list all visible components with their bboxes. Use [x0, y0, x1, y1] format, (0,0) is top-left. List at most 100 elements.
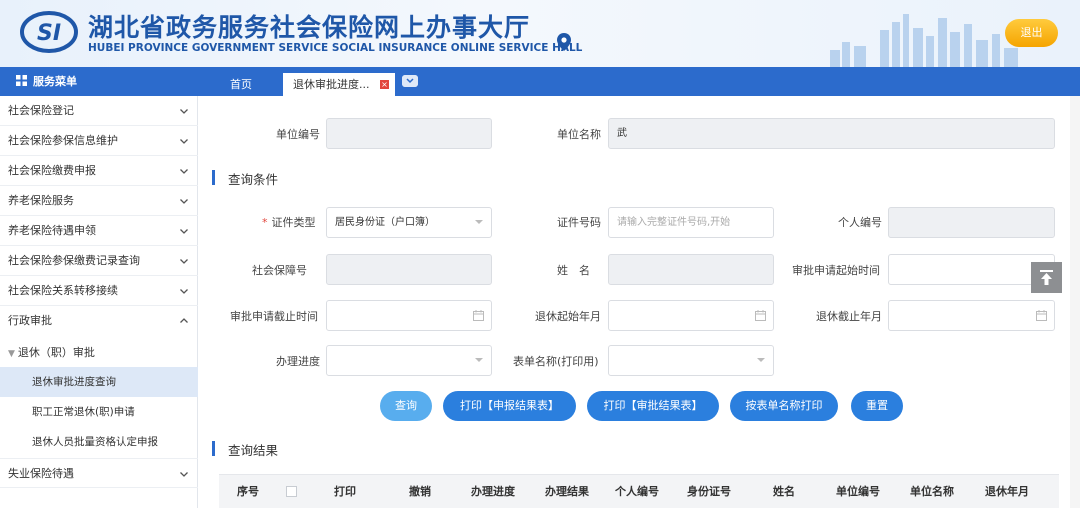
- main-content: 单位编号 单位名称 武 查询条件 * 证件类型 居民身份证（户口簿） 证件号码 请…: [198, 96, 1080, 508]
- tab-retire-progress[interactable]: 退休审批进度... ×: [283, 73, 395, 96]
- logo-text: SI: [37, 21, 61, 46]
- sidebar-item-ss-registration[interactable]: 社会保险登记: [0, 96, 198, 126]
- personal-no-label: 个人编号: [838, 216, 882, 229]
- unit-no-field: [326, 118, 492, 149]
- query-section-title: 查询条件: [228, 172, 279, 187]
- name-label: 姓 名: [557, 264, 590, 277]
- id-type-value: 居民身份证（户口簿）: [335, 217, 435, 228]
- chevron-down-icon: [757, 358, 765, 362]
- sidebar-item-info-maintenance[interactable]: 社会保险参保信息维护: [0, 126, 198, 156]
- results-table-header: 序号 打印 撤销 办理进度 办理结果 个人编号 身份证号 姓名 单位编号 单位名…: [219, 474, 1059, 508]
- sidebar-group-label: 退休（职）审批: [17, 346, 95, 359]
- section-marker: [212, 441, 215, 456]
- form-name-label: 表单名称(打印用): [513, 355, 599, 368]
- select-all-checkbox[interactable]: [286, 486, 297, 497]
- sidebar-item-label: 失业保险待遇: [8, 467, 74, 480]
- service-menu-label: 服务菜单: [33, 75, 77, 88]
- retire-end-month-input[interactable]: [888, 300, 1055, 331]
- sidebar-item-pension-service[interactable]: 养老保险服务: [0, 186, 198, 216]
- sidebar-item-label: 行政审批: [8, 314, 52, 327]
- sidebar-item-label: 社会保险参保缴费记录查询: [8, 254, 140, 267]
- id-type-select[interactable]: 居民身份证（户口簿）: [326, 207, 492, 238]
- approve-end-date-input[interactable]: [326, 300, 492, 331]
- print-apply-result-button[interactable]: 打印【申报结果表】: [443, 391, 576, 421]
- sidebar-item-unemployment[interactable]: 失业保险待遇: [0, 458, 198, 488]
- ss-no-field[interactable]: [326, 254, 492, 285]
- sidebar-item-admin-approval[interactable]: 行政审批: [0, 306, 198, 336]
- chevron-down-icon: [180, 199, 188, 204]
- col-personal-no: 个人编号: [615, 485, 659, 498]
- sidebar-group-retire-approval[interactable]: ▼ 退休（职）审批: [0, 338, 198, 368]
- chevron-down-icon: [180, 259, 188, 264]
- page-scrollbar[interactable]: [1070, 96, 1080, 508]
- col-print: 打印: [334, 485, 356, 498]
- personal-no-field[interactable]: [888, 207, 1055, 238]
- approve-end-label: 审批申请截止时间: [230, 310, 318, 323]
- tab-retire-progress-label: 退休审批进度...: [293, 78, 370, 91]
- logout-button[interactable]: 退出: [1005, 19, 1058, 47]
- col-result: 办理结果: [545, 485, 589, 498]
- approve-start-label: 审批申请起始时间: [792, 264, 880, 277]
- arrow-up-icon: [1040, 270, 1053, 285]
- col-progress: 办理进度: [471, 485, 515, 498]
- chevron-down-icon: [180, 109, 188, 114]
- col-seq: 序号: [237, 485, 259, 498]
- retire-start-month-input[interactable]: [608, 300, 774, 331]
- chevron-down-icon: [180, 289, 188, 294]
- col-revoke: 撤销: [409, 485, 431, 498]
- sidebar-item-label: 养老保险服务: [8, 194, 74, 207]
- sidebar-item-label: 社会保险关系转移接续: [8, 284, 118, 297]
- section-marker: [212, 170, 215, 185]
- id-type-label-text: 证件类型: [271, 216, 316, 229]
- progress-label: 办理进度: [276, 355, 320, 368]
- id-no-placeholder: 请输入完整证件号码,开始: [617, 217, 731, 228]
- id-no-label: 证件号码: [557, 216, 601, 229]
- back-to-top-button[interactable]: [1031, 262, 1062, 293]
- chevron-up-icon: [180, 318, 188, 323]
- results-section-title: 查询结果: [228, 443, 279, 458]
- sidebar-item-pension-claim[interactable]: 养老保险待遇申领: [0, 216, 198, 246]
- col-unit-name: 单位名称: [910, 485, 954, 498]
- location-pin-icon[interactable]: [557, 33, 571, 51]
- page-header: SI 湖北省政务服务社会保险网上办事大厅 HUBEI PROVINCE GOVE…: [0, 0, 1080, 67]
- col-retire-month: 退休年月: [985, 485, 1029, 498]
- name-field[interactable]: [608, 254, 774, 285]
- close-icon[interactable]: ×: [380, 80, 389, 89]
- query-button[interactable]: 查询: [380, 391, 432, 421]
- id-no-input[interactable]: 请输入完整证件号码,开始: [608, 207, 774, 238]
- progress-select[interactable]: [326, 345, 492, 376]
- calendar-icon[interactable]: [1036, 310, 1047, 321]
- reset-button[interactable]: 重置: [851, 391, 903, 421]
- chevron-down-icon: [180, 229, 188, 234]
- sidebar-item-payment-declaration[interactable]: 社会保险缴费申报: [0, 156, 198, 186]
- approve-start-date-input[interactable]: [888, 254, 1055, 285]
- retire-start-label: 退休起始年月: [535, 310, 601, 323]
- calendar-icon[interactable]: [755, 310, 766, 321]
- unit-no-label: 单位编号: [276, 128, 320, 141]
- print-approve-result-button[interactable]: 打印【审批结果表】: [587, 391, 719, 421]
- calendar-icon[interactable]: [473, 310, 484, 321]
- retire-end-label: 退休截止年月: [816, 310, 882, 323]
- sidebar: 社会保险登记 社会保险参保信息维护 社会保险缴费申报 养老保险服务 养老保险待遇…: [0, 96, 198, 508]
- chevron-down-icon: [475, 220, 483, 224]
- site-title: 湖北省政务服务社会保险网上办事大厅: [88, 13, 531, 42]
- sidebar-item-transfer[interactable]: 社会保险关系转移接续: [0, 276, 198, 306]
- sidebar-sub-normal-retire[interactable]: 职工正常退休(职)申请: [0, 397, 198, 427]
- service-menu-title: 服务菜单: [0, 67, 198, 96]
- form-name-select[interactable]: [608, 345, 774, 376]
- col-unit-no: 单位编号: [836, 485, 880, 498]
- sidebar-item-label: 社会保险缴费申报: [8, 164, 96, 177]
- print-by-form-name-button[interactable]: 按表单名称打印: [730, 391, 838, 421]
- sidebar-sub-progress-query[interactable]: 退休审批进度查询: [0, 367, 198, 397]
- tab-list-icon[interactable]: [402, 75, 418, 87]
- si-logo-icon: SI: [20, 11, 78, 53]
- tab-home[interactable]: 首页: [216, 73, 266, 96]
- sidebar-item-label: 养老保险待遇申领: [8, 224, 96, 237]
- sidebar-item-label: 社会保险参保信息维护: [8, 134, 118, 147]
- sidebar-item-record-query[interactable]: 社会保险参保缴费记录查询: [0, 246, 198, 276]
- sidebar-sub-batch-qualification[interactable]: 退休人员批量资格认定申报: [0, 427, 198, 457]
- chevron-down-icon: [180, 139, 188, 144]
- top-nav: 服务菜单 首页 退休审批进度... ×: [0, 67, 1080, 96]
- id-type-label: * 证件类型: [262, 214, 316, 230]
- chevron-down-icon: [475, 358, 483, 362]
